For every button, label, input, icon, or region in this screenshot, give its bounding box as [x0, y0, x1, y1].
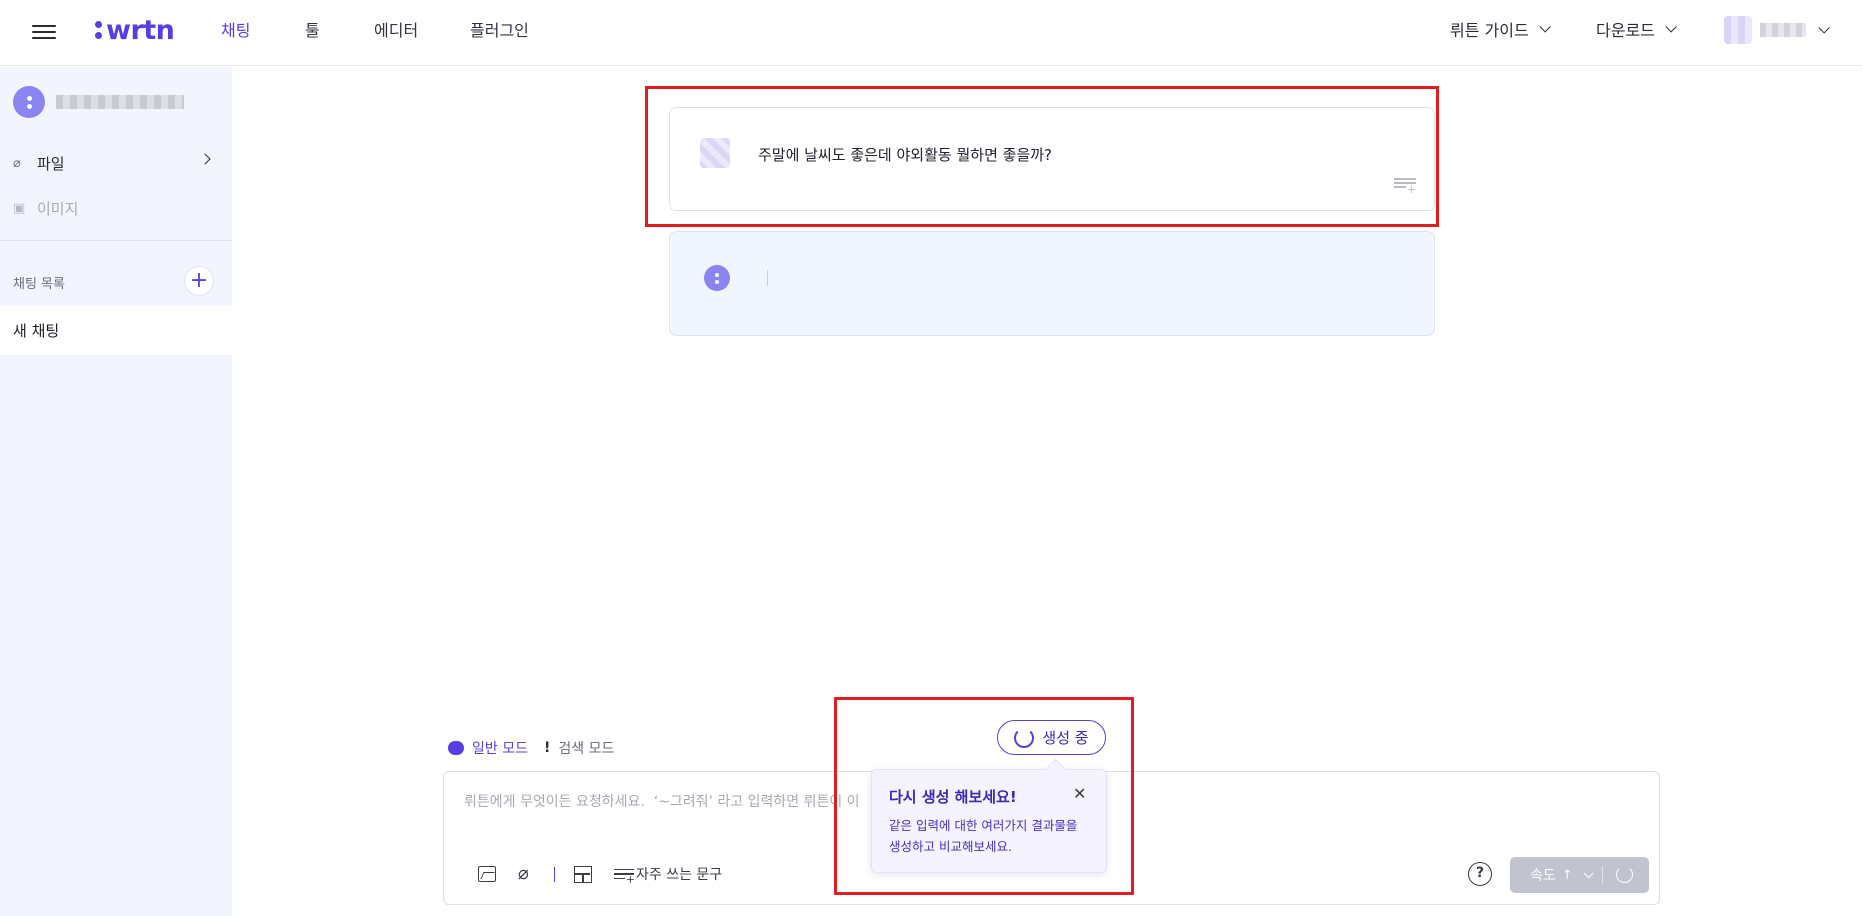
speed-send-button[interactable]: 속도 ↑: [1510, 857, 1649, 893]
chevron-down-icon: [1583, 867, 1594, 878]
chevron-right-icon: [199, 153, 211, 165]
button-divider: [1602, 866, 1603, 884]
sidebar-user[interactable]: [13, 86, 184, 118]
paperclip-icon[interactable]: ⌀: [518, 864, 538, 884]
arrow-up-icon: ↑: [1561, 867, 1573, 883]
chevron-down-icon: [1665, 21, 1677, 33]
frequent-phrases-button[interactable]: + 자주 쓰는 문구: [614, 864, 723, 886]
exclamation-icon: !: [544, 740, 551, 756]
sidebar-divider: [0, 240, 232, 241]
wrtn-avatar-icon: [13, 86, 45, 118]
download-dropdown[interactable]: 다운로드: [1596, 0, 1677, 58]
template-icon[interactable]: [574, 866, 592, 883]
mode-search-label: 검색 모드: [558, 741, 615, 757]
sidebar-username-redacted: [56, 95, 184, 109]
image-upload-icon[interactable]: [478, 866, 496, 882]
regenerate-tooltip: 다시 생성 해보세요! ✕ 같은 입력에 대한 여러가지 결과물을 생성하고 비…: [871, 769, 1107, 873]
paperclip-icon: ⌀: [13, 155, 21, 171]
nav-editor[interactable]: 에디터: [374, 0, 418, 58]
mode-search[interactable]: ! 검색 모드: [544, 738, 614, 758]
nav-tool[interactable]: 툴: [305, 0, 320, 58]
chat-list-heading: 채팅 목록: [13, 277, 65, 292]
avatar: [700, 138, 730, 168]
close-icon[interactable]: ✕: [1073, 785, 1086, 803]
chat-list-item[interactable]: 새 채팅: [0, 306, 232, 355]
typing-cursor: [767, 270, 768, 286]
tooltip-title: 다시 생성 해보세요!: [889, 788, 1017, 806]
logo[interactable]: wrtn: [95, 12, 175, 48]
sidebar-item-file[interactable]: ⌀ 파일: [13, 153, 211, 174]
generating-label: 생성 중: [1042, 729, 1089, 747]
assistant-message: [669, 231, 1435, 336]
profile-menu[interactable]: [1724, 16, 1830, 44]
sidebar-item-label: 파일: [37, 155, 65, 173]
nav-chat[interactable]: 채팅: [221, 0, 250, 58]
guide-dropdown-label: 뤼튼 가이드: [1450, 21, 1529, 40]
hamburger-icon[interactable]: [32, 21, 56, 43]
user-message: 주말에 날씨도 좋은데 야외활동 뭘하면 좋을까? +: [669, 107, 1435, 211]
speed-label: 속도: [1530, 868, 1556, 884]
frequent-phrases-label: 자주 쓰는 문구: [636, 867, 723, 883]
generating-button[interactable]: 생성 중: [997, 720, 1106, 755]
new-chat-button[interactable]: +: [184, 266, 214, 296]
image-icon: ▣: [13, 200, 26, 216]
prompt-input[interactable]: [464, 794, 1224, 810]
guide-dropdown[interactable]: 뤼튼 가이드: [1450, 0, 1551, 58]
save-phrase-icon[interactable]: +: [1394, 176, 1416, 195]
phrase-list-icon: +: [614, 866, 635, 886]
mode-normal[interactable]: 일반 모드: [448, 738, 528, 758]
logo-text: wrtn: [106, 14, 175, 46]
top-bar: wrtn 채팅 툴 에디터 플러그인 뤼튼 가이드 다운로드: [0, 0, 1862, 66]
wrtn-avatar-icon: [704, 265, 730, 291]
refresh-icon[interactable]: [1616, 866, 1633, 883]
profile-name-redacted: [1760, 23, 1806, 37]
chevron-down-icon: [1539, 21, 1551, 33]
user-message-text: 주말에 날씨도 좋은데 야외활동 뭘하면 좋을까?: [758, 146, 1053, 164]
sidebar-item-image[interactable]: ▣ 이미지: [13, 198, 209, 219]
speech-bubble-icon: [448, 741, 464, 755]
help-icon[interactable]: ?: [1468, 862, 1492, 886]
nav-plugin[interactable]: 플러그인: [470, 0, 529, 58]
sidebar-item-label: 이미지: [37, 200, 79, 218]
mode-normal-label: 일반 모드: [472, 741, 528, 757]
logo-dots-icon: [95, 19, 102, 41]
download-dropdown-label: 다운로드: [1596, 21, 1655, 40]
spinner-icon: [1014, 727, 1035, 748]
chevron-down-icon: [1818, 22, 1830, 34]
sidebar: ⌀ 파일 ▣ 이미지 채팅 목록 + 새 채팅: [0, 67, 232, 916]
tooltip-body: 같은 입력에 대한 여러가지 결과물을 생성하고 비교해보세요.: [889, 818, 1078, 854]
toolbar-divider: [554, 867, 555, 882]
avatar: [1724, 16, 1752, 44]
